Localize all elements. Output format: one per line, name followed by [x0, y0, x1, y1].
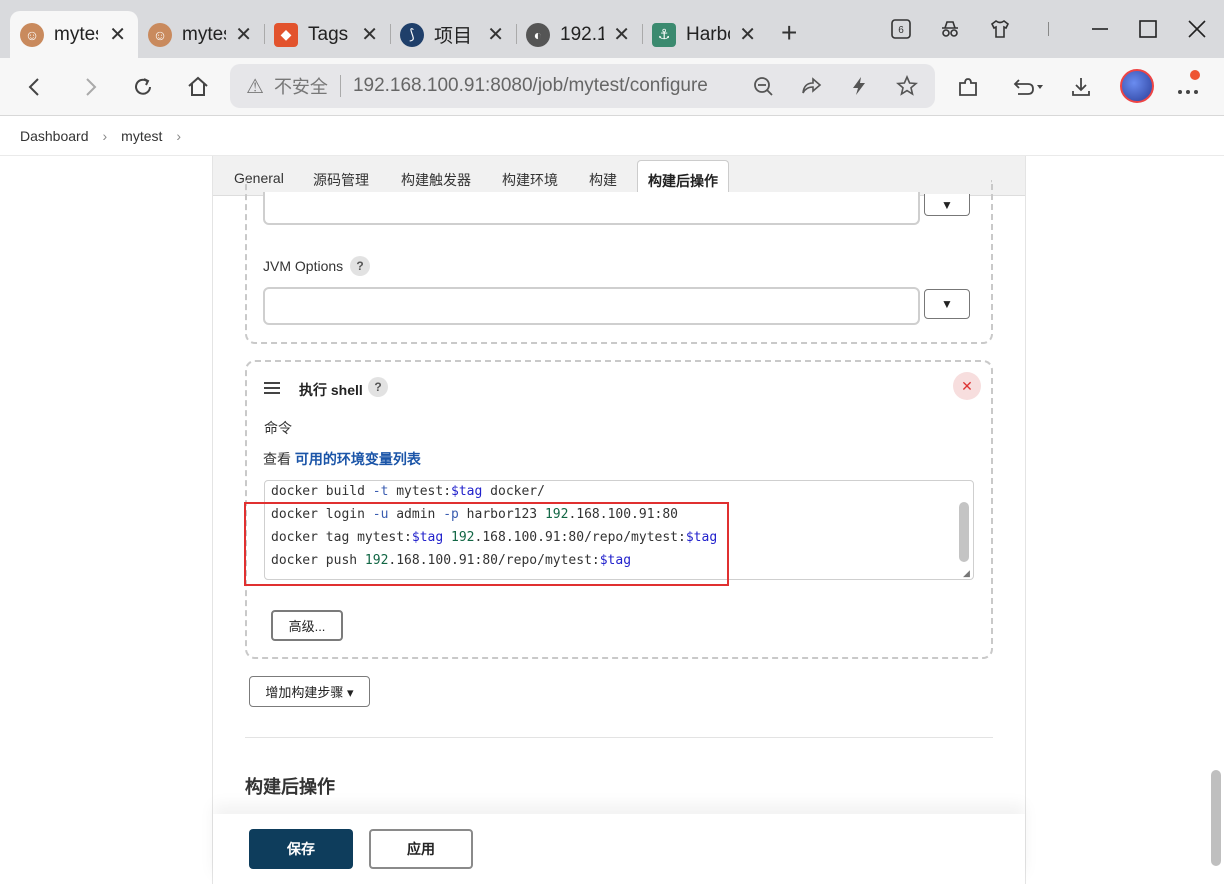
jvm-options-input[interactable]	[263, 287, 920, 325]
bookmark-star-icon[interactable]	[896, 75, 918, 97]
right-margin	[1026, 156, 1208, 884]
view-env-text: 查看 可用的环境变量列表	[263, 449, 421, 469]
add-build-step-button[interactable]: 增加构建步骤 ▾	[249, 676, 370, 707]
browser-toolbar: ⚠ 不安全 192.168.100.91:8080/job/mytest/con…	[0, 58, 1224, 116]
warning-icon: ⚠	[246, 75, 264, 98]
jenkins-favicon-icon: ☺	[148, 22, 172, 47]
browser-tab-project[interactable]: ⟆ 项目 ✕	[390, 11, 516, 58]
omnibox-divider	[339, 75, 341, 97]
code-line-1: docker build -t mytest:$tag docker/	[271, 484, 545, 499]
chevron-right-icon: ›	[102, 127, 108, 144]
zoom-icon[interactable]	[752, 75, 774, 97]
insecure-label: 不安全	[273, 77, 328, 97]
jvm-options-label: JVM Options	[263, 258, 344, 274]
home-icon[interactable]	[186, 75, 210, 99]
project-favicon-icon: ⟆	[400, 22, 424, 47]
profile-avatar[interactable]	[1120, 69, 1154, 103]
download-icon[interactable]	[1069, 75, 1093, 99]
toolbar-divider	[1048, 22, 1049, 36]
tab-title: Harbor	[686, 23, 730, 45]
command-label: 命令	[264, 420, 292, 436]
breadcrumb-mytest[interactable]: mytest	[121, 128, 162, 144]
tab-title: 项目	[434, 26, 473, 47]
share-icon[interactable]	[800, 75, 822, 97]
apply-button[interactable]: 应用	[369, 829, 473, 869]
tab-close-icon[interactable]: ✕	[109, 22, 126, 47]
breadcrumb: Dashboard › mytest ›	[0, 116, 1224, 156]
tab-count-icon[interactable]: 6	[890, 18, 912, 40]
maven-properties-input[interactable]	[263, 192, 920, 225]
jenkins-favicon-icon: ☺	[20, 22, 44, 47]
drag-handle-icon[interactable]	[264, 382, 280, 397]
browser-tab-mytest[interactable]: ☺ mytest ✕	[138, 11, 264, 58]
maximize-icon[interactable]	[1137, 18, 1159, 40]
editor-scrollbar[interactable]	[959, 502, 969, 562]
maven-properties-expand-button[interactable]: ▼	[924, 194, 970, 216]
lightning-icon[interactable]	[848, 75, 870, 97]
post-build-section-title: 构建后操作	[245, 777, 335, 797]
shirt-icon[interactable]	[989, 18, 1011, 40]
save-button[interactable]: 保存	[249, 829, 353, 869]
notification-dot	[1190, 70, 1200, 80]
browser-tab-bar: ☺ mytest ✕ ☺ mytest ✕ ◆ Tags ✕ ⟆ 项目 ✕ ◐ …	[0, 0, 1224, 58]
annotation-highlight-box	[244, 502, 729, 586]
tab-close-icon[interactable]: ✕	[235, 22, 252, 47]
gitlab-favicon-icon: ◆	[274, 22, 298, 47]
browser-tab-mytest-active[interactable]: ☺ mytest ✕	[10, 11, 138, 58]
undo-menu-icon[interactable]	[1010, 75, 1046, 99]
tab-close-icon[interactable]: ✕	[613, 22, 630, 47]
minimize-icon[interactable]	[1089, 18, 1111, 40]
page-scrollbar-thumb[interactable]	[1211, 770, 1221, 866]
new-tab-button[interactable]: +	[781, 17, 797, 49]
left-margin	[0, 156, 212, 884]
section-divider	[245, 737, 993, 738]
forward-icon[interactable]	[79, 76, 101, 98]
browser-menu-icon[interactable]	[1176, 78, 1200, 98]
harbor-favicon-icon: ⚓	[652, 22, 676, 47]
extensions-icon[interactable]	[956, 75, 980, 99]
url-text[interactable]: 192.168.100.91:8080/job/mytest/configure	[353, 75, 723, 97]
window-close-icon[interactable]	[1186, 18, 1208, 40]
remove-step-button[interactable]: ✕	[953, 372, 981, 400]
svg-text:6: 6	[898, 25, 904, 36]
browser-tab-ip[interactable]: ◐ 192.168.100.91 ✕	[516, 11, 642, 58]
tab-title: mytest	[182, 23, 226, 45]
jvm-options-expand-button[interactable]: ▼	[924, 289, 970, 319]
help-icon[interactable]: ?	[350, 256, 370, 276]
back-icon[interactable]	[24, 76, 46, 98]
globe-favicon-icon: ◐	[526, 22, 550, 47]
view-prefix: 查看	[263, 451, 291, 467]
chevron-right-icon[interactable]: ›	[176, 128, 181, 144]
advanced-button[interactable]: 高级...	[271, 610, 343, 641]
tab-title: 192.168.100.91	[560, 23, 604, 45]
incognito-icon[interactable]	[939, 18, 961, 40]
tab-title: mytest	[54, 23, 98, 45]
tab-close-icon[interactable]: ✕	[487, 22, 504, 47]
breadcrumb-dashboard[interactable]: Dashboard	[20, 128, 89, 144]
browser-tab-harbor[interactable]: ⚓ Harbor ✕	[642, 11, 768, 58]
tab-title: Tags	[308, 23, 349, 45]
tab-close-icon[interactable]: ✕	[739, 22, 756, 47]
address-bar[interactable]: ⚠ 不安全 192.168.100.91:8080/job/mytest/con…	[230, 64, 935, 108]
resize-handle-icon[interactable]: ◢	[963, 568, 970, 579]
browser-tab-tags[interactable]: ◆ Tags ✕	[264, 11, 390, 58]
env-vars-link[interactable]: 可用的环境变量列表	[295, 451, 421, 467]
shell-step-title: 执行 shell	[299, 382, 363, 398]
help-icon[interactable]: ?	[368, 377, 388, 397]
tab-close-icon[interactable]: ✕	[361, 22, 378, 47]
reload-icon[interactable]	[132, 76, 154, 98]
